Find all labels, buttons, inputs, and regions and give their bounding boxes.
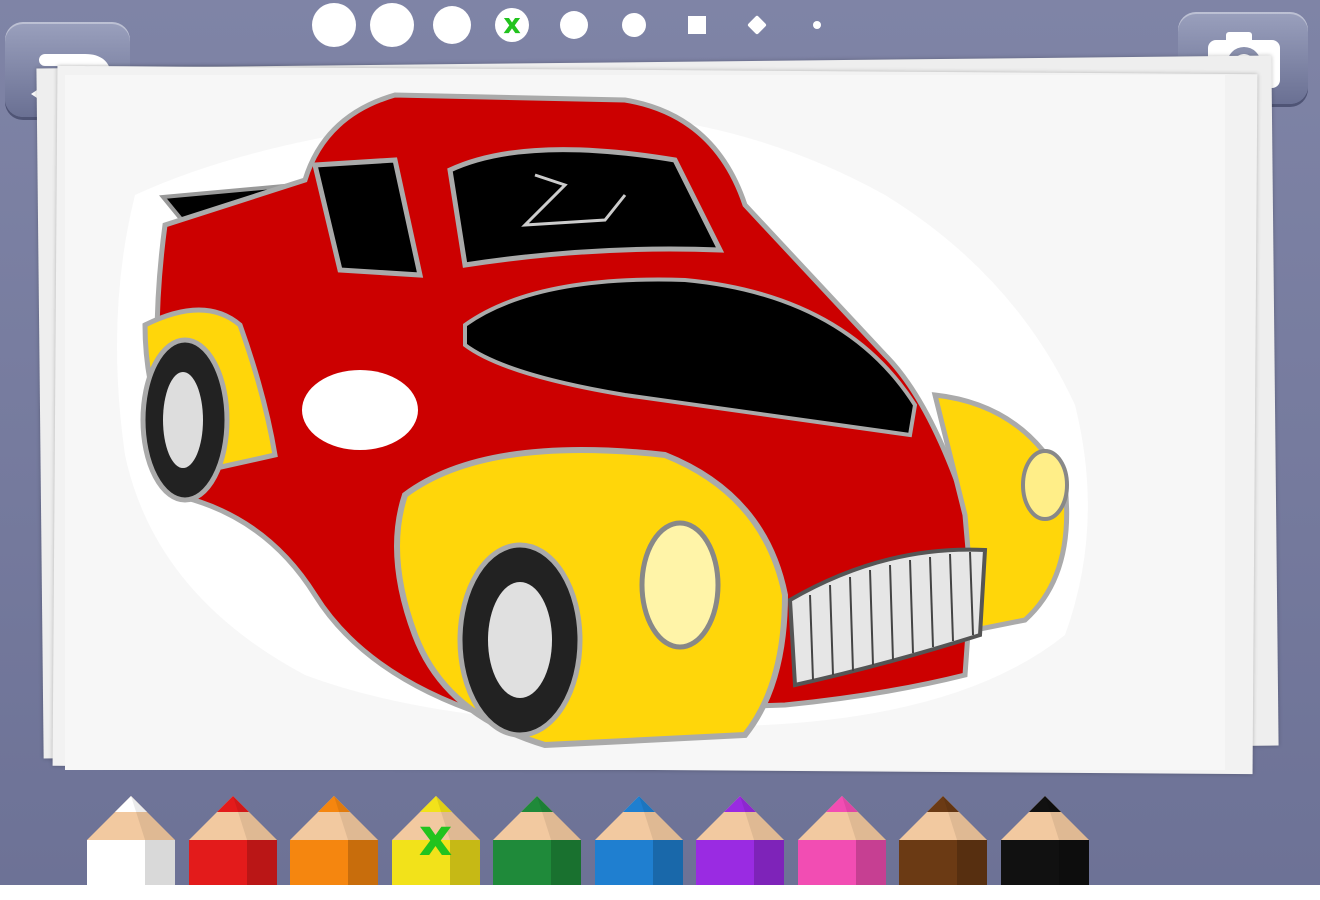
brush-size-5[interactable] (560, 11, 588, 39)
app-frame: x x (0, 0, 1320, 886)
brush-size-3[interactable] (433, 6, 471, 44)
pencil-blue[interactable] (594, 790, 683, 886)
footer-strip (0, 885, 1320, 900)
pencil-icon (696, 796, 784, 886)
brush-size-4[interactable]: x (495, 8, 529, 42)
brush-size-8[interactable] (747, 15, 767, 35)
pencil-brown[interactable] (899, 790, 987, 886)
pencil-icon (899, 796, 987, 886)
color-palette: x (0, 790, 1320, 890)
coloring-canvas[interactable] (65, 75, 1225, 770)
left-headlight (639, 520, 721, 650)
door-white-patch (302, 370, 418, 450)
pencil-icon (493, 796, 581, 886)
pencil-red[interactable] (188, 790, 277, 886)
brush-size-selector: x (300, 0, 840, 50)
pencil-yellow[interactable]: x (391, 790, 480, 886)
pencil-icon (594, 796, 683, 886)
pencil-green[interactable] (493, 790, 581, 886)
pencil-icon (188, 796, 277, 886)
pencil-icon (290, 796, 378, 886)
pencil-purple[interactable] (696, 790, 784, 886)
pencil-black[interactable] (1000, 790, 1089, 886)
pencil-icon (797, 796, 886, 886)
pencil-white[interactable] (87, 790, 175, 886)
front-hubcap (488, 582, 552, 698)
pencil-icon (87, 796, 175, 886)
truck-drawing (117, 92, 1088, 749)
rear-hubcap (163, 372, 203, 468)
brush-size-9[interactable] (813, 21, 821, 29)
brush-size-7[interactable] (688, 16, 706, 34)
right-headlight (1021, 449, 1069, 521)
selected-x-marker: x (418, 808, 453, 868)
windshield (447, 147, 725, 268)
pencil-orange[interactable] (290, 790, 378, 886)
brush-size-6[interactable] (622, 13, 646, 37)
brush-size-1[interactable] (312, 3, 356, 47)
pencil-icon (1000, 796, 1089, 886)
selected-x-marker: x (503, 9, 521, 41)
pencil-pink[interactable] (797, 790, 886, 886)
brush-size-2[interactable] (370, 3, 414, 47)
